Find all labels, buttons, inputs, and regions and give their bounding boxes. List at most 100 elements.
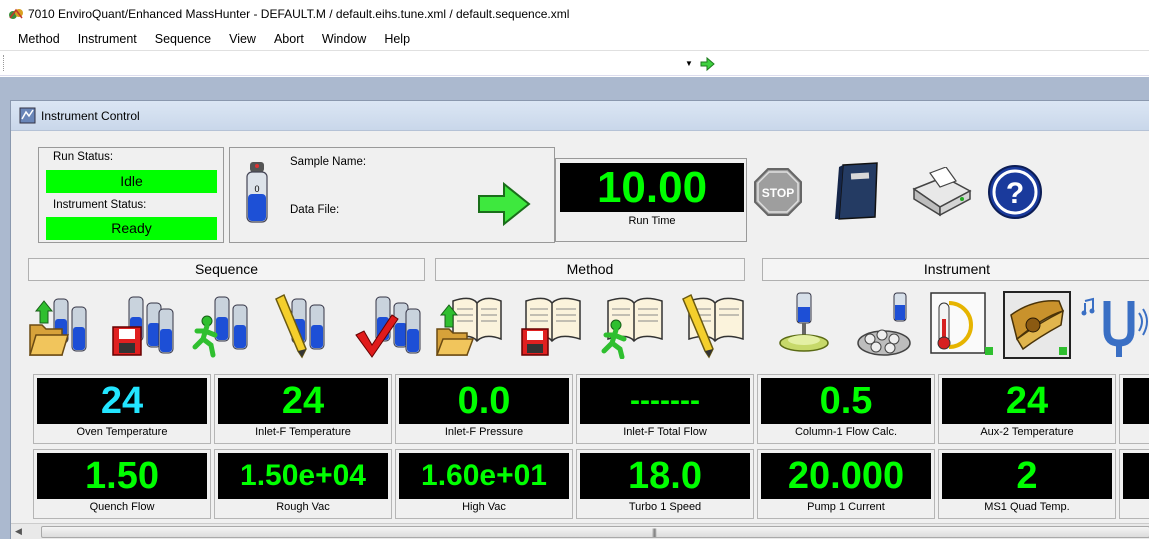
- monitor-label: Turbo 1 Speed: [628, 501, 702, 513]
- start-run-arrow-icon[interactable]: [476, 181, 532, 227]
- monitor-label: Column-1 Flow Calc.: [794, 426, 898, 438]
- check-sequence-icon[interactable]: [354, 291, 422, 359]
- app-root: 7010 EnviroQuant/Enhanced MassHunter - D…: [0, 0, 1149, 539]
- printer-icon[interactable]: [906, 167, 976, 217]
- menu-window[interactable]: Window: [322, 32, 366, 46]
- monitor-label: Oven Temperature: [76, 426, 168, 438]
- instrument-content: Run Status: Idle Instrument Status: Read…: [11, 131, 1149, 539]
- section-method: Method: [435, 258, 745, 281]
- monitor-label: Inlet-F Temperature: [255, 426, 351, 438]
- monitor-value: 20.000: [761, 453, 931, 499]
- monitor-inlet-f-total-flow[interactable]: ------- Inlet-F Total Flow: [576, 374, 754, 444]
- instrument-control-window: Instrument Control Run Status: Idle Inst…: [10, 100, 1149, 539]
- load-method-icon[interactable]: [435, 291, 503, 359]
- monitor-ms1-quad-temp[interactable]: 2 MS1 Quad Temp.: [938, 449, 1116, 519]
- save-method-icon[interactable]: [516, 291, 584, 359]
- monitor-value: 24: [942, 378, 1112, 424]
- instrument-status-label: Instrument Status:: [53, 199, 147, 211]
- edit-sequence-icon[interactable]: [272, 291, 340, 359]
- monitor-value-partial: [1123, 378, 1149, 424]
- logbook-icon[interactable]: [833, 161, 881, 221]
- monitor-label: Quench Flow: [89, 501, 155, 513]
- injector-icon[interactable]: [773, 291, 841, 359]
- svg-text:?: ?: [1006, 177, 1024, 210]
- monitor-pump-1-current[interactable]: 20.000 Pump 1 Current: [757, 449, 935, 519]
- monitor-partial[interactable]: [1119, 449, 1149, 519]
- run-status-label: Run Status:: [53, 151, 114, 163]
- instrument-window-title: Instrument Control: [41, 108, 140, 123]
- status-panel: Run Status: Idle Instrument Status: Read…: [38, 147, 224, 243]
- chevron-down-icon[interactable]: ▼: [683, 54, 695, 73]
- menu-help[interactable]: Help: [384, 32, 410, 46]
- menu-sequence[interactable]: Sequence: [155, 32, 211, 46]
- monitor-rough-vac[interactable]: 1.50e+04 Rough Vac: [214, 449, 392, 519]
- monitor-value: 24: [37, 378, 207, 424]
- ms-source-icon[interactable]: [1003, 291, 1071, 359]
- monitor-value: 1.50e+04: [218, 453, 388, 499]
- monitor-inlet-f-pressure[interactable]: 0.0 Inlet-F Pressure: [395, 374, 573, 444]
- instrument-window-titlebar[interactable]: Instrument Control: [11, 101, 1149, 131]
- menu-method[interactable]: Method: [18, 32, 60, 46]
- section-instrument: Instrument: [762, 258, 1149, 281]
- run-time-panel: 10.00 Run Time: [555, 158, 747, 242]
- menu-view[interactable]: View: [229, 32, 256, 46]
- run-status-value: Idle: [46, 170, 217, 193]
- monitor-value: 18.0: [580, 453, 750, 499]
- monitor-label: Pump 1 Current: [807, 501, 885, 513]
- monitor-value: 1.60e+01: [399, 453, 569, 499]
- autosampler-icon[interactable]: [854, 291, 922, 359]
- run-method-icon[interactable]: [598, 291, 666, 359]
- monitor-value: 24: [218, 378, 388, 424]
- monitor-label: Aux-2 Temperature: [980, 426, 1074, 438]
- title-bar: 7010 EnviroQuant/Enhanced MassHunter - D…: [0, 0, 1149, 28]
- monitor-value: 1.50: [37, 453, 207, 499]
- monitor-label: MS1 Quad Temp.: [984, 501, 1070, 513]
- monitor-oven-temperature[interactable]: 24 Oven Temperature: [33, 374, 211, 444]
- toolbar-grip[interactable]: [3, 55, 6, 71]
- menu-abort[interactable]: Abort: [274, 32, 304, 46]
- run-time-value: 10.00: [560, 163, 744, 212]
- sample-name-label: Sample Name:: [290, 156, 367, 168]
- monitor-label: High Vac: [462, 501, 506, 513]
- help-icon[interactable]: ?: [987, 164, 1043, 220]
- scroll-left-icon[interactable]: ◀: [15, 526, 22, 537]
- oven-temperature-icon[interactable]: [929, 291, 997, 359]
- menu-instrument[interactable]: Instrument: [78, 32, 137, 46]
- instrument-window-icon: [19, 107, 36, 124]
- app-logo-icon: [9, 8, 23, 19]
- monitor-inlet-f-temperature[interactable]: 24 Inlet-F Temperature: [214, 374, 392, 444]
- toolbar: ▼: [0, 50, 1149, 76]
- monitor-column-1-flow-calc[interactable]: 0.5 Column-1 Flow Calc.: [757, 374, 935, 444]
- stop-label: STOP: [762, 186, 794, 200]
- window-title: 7010 EnviroQuant/Enhanced MassHunter - D…: [28, 7, 570, 21]
- monitor-value: 2: [942, 453, 1112, 499]
- scrollbar-thumb[interactable]: |||: [41, 526, 1149, 538]
- monitor-label: Inlet-F Total Flow: [623, 426, 707, 438]
- command-combo[interactable]: [10, 54, 694, 73]
- monitor-partial[interactable]: [1119, 374, 1149, 444]
- go-arrow-icon[interactable]: [698, 55, 716, 73]
- monitor-high-vac[interactable]: 1.60e+01 High Vac: [395, 449, 573, 519]
- vial-icon[interactable]: 0: [245, 162, 269, 224]
- monitor-label: Rough Vac: [276, 501, 330, 513]
- data-file-label: Data File:: [290, 204, 340, 216]
- monitor-aux-2-temperature[interactable]: 24 Aux-2 Temperature: [938, 374, 1116, 444]
- monitor-label: Inlet-F Pressure: [444, 426, 524, 438]
- run-sequence-icon[interactable]: [191, 291, 259, 359]
- save-sequence-icon[interactable]: [109, 291, 177, 359]
- vial-number: 0: [254, 184, 259, 194]
- load-sequence-icon[interactable]: [28, 291, 96, 359]
- stop-icon[interactable]: STOP: [753, 167, 803, 217]
- monitor-turbo-1-speed[interactable]: 18.0 Turbo 1 Speed: [576, 449, 754, 519]
- monitor-value: 0.0: [399, 378, 569, 424]
- tune-icon[interactable]: [1081, 291, 1149, 359]
- run-time-label: Run Time: [628, 215, 676, 227]
- monitor-quench-flow[interactable]: 1.50 Quench Flow: [33, 449, 211, 519]
- menu-bar: Method Instrument Sequence View Abort Wi…: [0, 28, 1149, 50]
- edit-method-icon[interactable]: [679, 291, 747, 359]
- monitor-value: 0.5: [761, 378, 931, 424]
- horizontal-scrollbar[interactable]: ◀ |||: [11, 523, 1149, 539]
- instrument-status-value: Ready: [46, 217, 217, 240]
- monitor-value-partial: [1123, 453, 1149, 499]
- monitor-value: -------: [580, 378, 750, 424]
